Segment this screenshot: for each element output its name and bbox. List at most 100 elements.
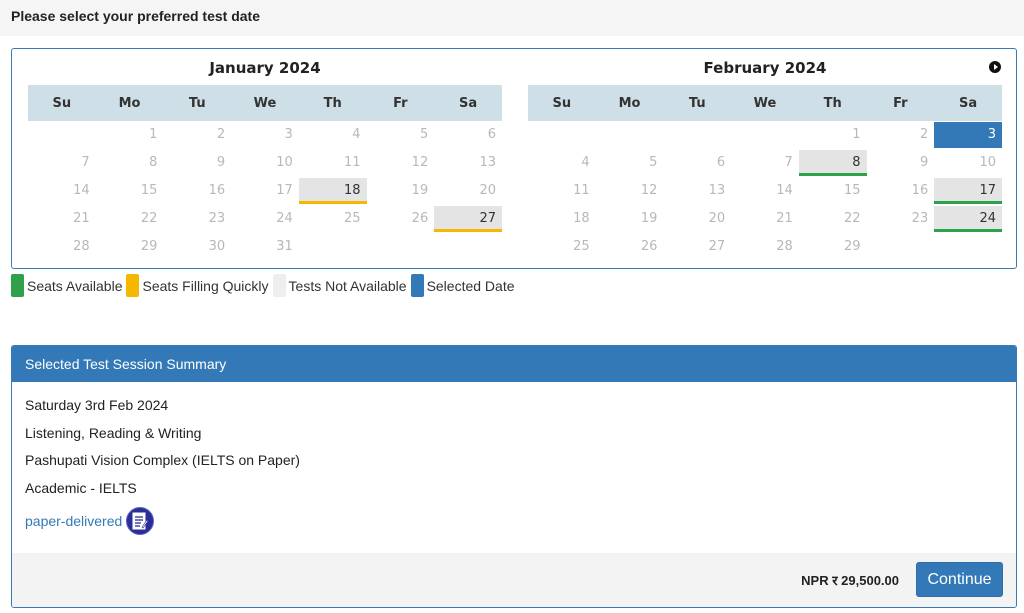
summary-date: Saturday 3rd Feb 2024 bbox=[25, 397, 169, 413]
day-cell: 20 bbox=[663, 205, 731, 233]
weekday-header: Mo bbox=[95, 85, 164, 121]
day-number bbox=[367, 234, 435, 260]
day-cell: 16 bbox=[867, 177, 935, 205]
day-number: 18 bbox=[573, 211, 590, 226]
day-cell: 26 bbox=[367, 205, 435, 233]
legend-swatch bbox=[410, 274, 424, 297]
day-number: 29 bbox=[140, 239, 158, 254]
day-avail[interactable]: 24 bbox=[934, 206, 1002, 232]
day-number: 1 bbox=[149, 127, 158, 142]
day-number: 21 bbox=[776, 211, 793, 226]
day-number: 6 bbox=[716, 155, 726, 170]
day-number: 16 bbox=[208, 183, 226, 198]
day-number: 11 bbox=[573, 183, 590, 198]
day-cell bbox=[731, 121, 799, 149]
day-cell: 11 bbox=[528, 177, 596, 205]
day-number: 10 bbox=[979, 155, 996, 170]
day-cell: 23 bbox=[163, 205, 231, 233]
calendar-panel: January 2024 Su Mo Tu We Th Fr Sa 1 2 3 4 5 6 7 8 9 10 1… bbox=[11, 48, 1017, 269]
day-cell: 7 bbox=[731, 149, 799, 177]
day-number: 1 bbox=[852, 127, 861, 142]
day-cell: 3 bbox=[231, 121, 299, 149]
day-number: 25 bbox=[573, 239, 590, 254]
paper-document-icon bbox=[126, 507, 155, 536]
day-number: 4 bbox=[581, 155, 590, 170]
day-number: 3 bbox=[284, 127, 293, 142]
week-row: 1 23 bbox=[528, 121, 1002, 149]
day-number: 15 bbox=[843, 183, 861, 198]
day-cell bbox=[596, 121, 664, 149]
weekday-header: Sa bbox=[934, 85, 1002, 121]
day-cell: 15 bbox=[799, 177, 867, 205]
day-selected[interactable]: 3 bbox=[934, 122, 1002, 148]
next-month-icon[interactable] bbox=[989, 61, 1001, 73]
day-cell: 30 bbox=[163, 233, 231, 261]
day-filling[interactable]: 27 bbox=[434, 206, 502, 232]
day-number bbox=[934, 234, 1002, 260]
paper-delivered-link[interactable]: paper-delivered bbox=[25, 513, 122, 529]
week-row: 18 19 20 21 22 23 24 bbox=[528, 205, 1002, 233]
weekday-header: Fr bbox=[366, 85, 435, 121]
day-cell[interactable]: 8 bbox=[798, 149, 867, 177]
day-number: 23 bbox=[208, 211, 226, 226]
day-number: 2 bbox=[216, 127, 226, 142]
day-filling[interactable]: 18 bbox=[298, 178, 367, 204]
month-february: February 2024 Su Mo Tu We Th Fr Sa 1 2 3 4 5 6 7 8 9 10… bbox=[528, 49, 1002, 261]
day-number: 8 bbox=[149, 155, 158, 170]
day-number: 9 bbox=[216, 155, 226, 170]
weekday-header: Th bbox=[798, 85, 867, 121]
legend-label: Seats Available bbox=[27, 277, 123, 294]
day-cell[interactable]: 27 bbox=[434, 205, 502, 233]
day-cell[interactable]: 3 bbox=[934, 121, 1002, 149]
day-cell: 1 bbox=[96, 121, 164, 149]
weekday-header: Mo bbox=[595, 85, 664, 121]
legend: Seats Available Seats Filling Quickly Te… bbox=[11, 274, 519, 297]
day-number: 19 bbox=[640, 211, 658, 226]
calendar-grid: Su Mo Tu We Th Fr Sa 1 2 3 4 5 6 7 8 9 10 11 12 13 14 15 16 17… bbox=[28, 85, 502, 261]
continue-button[interactable]: Continue bbox=[916, 562, 1003, 597]
summary-body: Saturday 3rd Feb 2024 Listening, Reading… bbox=[12, 382, 1016, 536]
day-cell: 9 bbox=[163, 149, 231, 177]
day-cell: 19 bbox=[596, 205, 664, 233]
day-cell: 13 bbox=[663, 177, 731, 205]
day-number bbox=[596, 122, 664, 148]
day-cell: 18 bbox=[528, 205, 596, 233]
day-cell: 15 bbox=[96, 177, 164, 205]
day-cell[interactable]: 17 bbox=[934, 177, 1002, 205]
legend-label: Tests Not Available bbox=[288, 277, 407, 294]
day-cell: 14 bbox=[28, 177, 96, 205]
weekday-header: Sa bbox=[434, 85, 502, 121]
day-cell bbox=[299, 233, 367, 261]
summary-test-type: Academic - IELTS bbox=[25, 479, 137, 496]
day-cell[interactable]: 24 bbox=[934, 205, 1002, 233]
legend-seats-filling: Seats Filling Quickly bbox=[126, 274, 269, 297]
day-cell: 5 bbox=[367, 121, 435, 149]
day-avail[interactable]: 8 bbox=[798, 150, 867, 176]
day-number bbox=[299, 234, 367, 260]
page-header: Please select your preferred test date bbox=[0, 0, 1024, 36]
day-number bbox=[434, 234, 502, 260]
day-number: 22 bbox=[140, 211, 158, 226]
day-cell: 7 bbox=[28, 149, 96, 177]
legend-label: Selected Date bbox=[426, 277, 515, 294]
day-number: 5 bbox=[649, 155, 658, 170]
day-cell: 21 bbox=[731, 205, 799, 233]
day-avail[interactable]: 17 bbox=[934, 178, 1002, 204]
day-number: 2 bbox=[919, 127, 929, 142]
day-cell: 23 bbox=[867, 205, 935, 233]
month-title: February 2024 bbox=[703, 59, 827, 77]
day-number: 5 bbox=[419, 127, 429, 142]
day-number: 10 bbox=[276, 155, 293, 170]
day-number: 20 bbox=[479, 183, 496, 198]
day-number: 29 bbox=[843, 239, 861, 254]
day-cell: 20 bbox=[434, 177, 502, 205]
day-cell[interactable]: 18 bbox=[298, 177, 367, 205]
day-cell: 16 bbox=[163, 177, 231, 205]
week-row: 28 29 30 31 bbox=[28, 233, 502, 261]
day-cell: 1 bbox=[799, 121, 867, 149]
day-number: 14 bbox=[73, 183, 90, 198]
day-cell: 17 bbox=[231, 177, 299, 205]
weekday-header: We bbox=[731, 85, 799, 121]
calendar-grid: Su Mo Tu We Th Fr Sa 1 2 3 4 5 6 7 8 9 10 11 12 13 14 15 16 17… bbox=[528, 85, 1002, 261]
day-number: 13 bbox=[708, 183, 726, 198]
